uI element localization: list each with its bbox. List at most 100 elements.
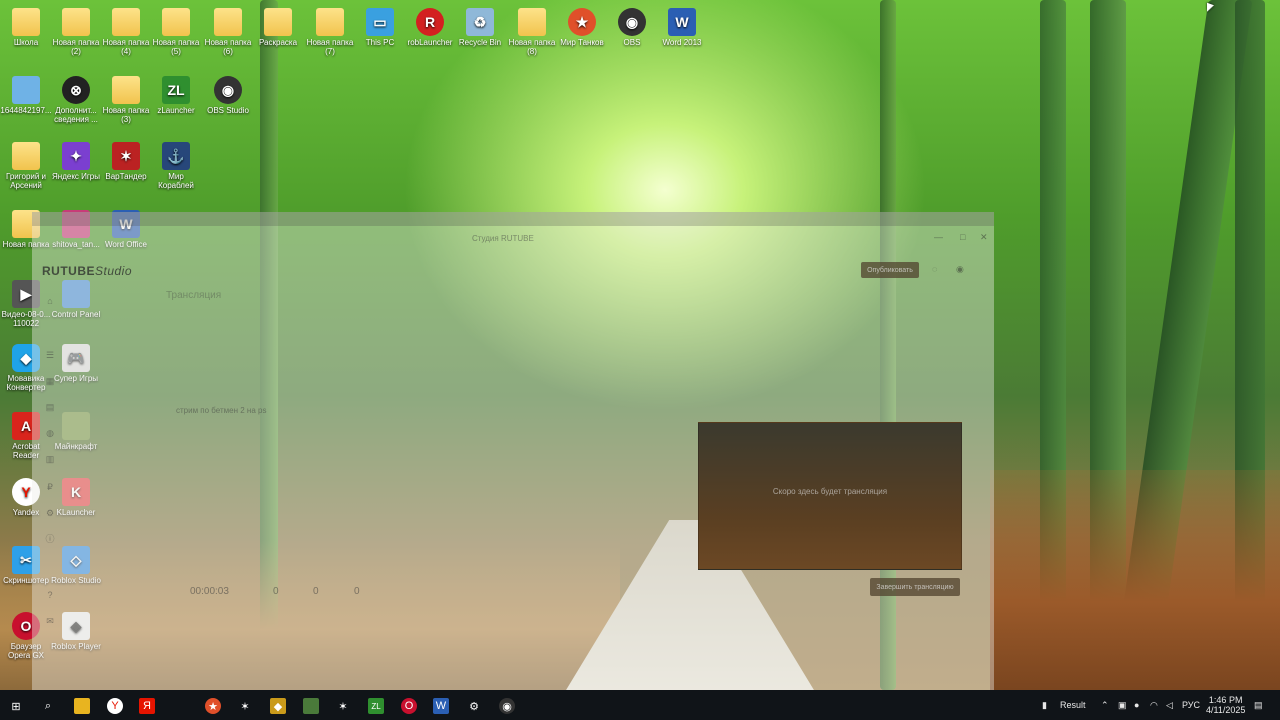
obs-icon: ◉	[214, 76, 242, 104]
calendar-icon[interactable]: ▦	[44, 376, 56, 387]
desktop-icon-word-2013[interactable]: W Word 2013	[656, 8, 708, 47]
obs-icon: ◉	[618, 8, 646, 36]
word-icon: W	[668, 8, 696, 36]
window-title: Студия RUTUBE	[472, 234, 534, 243]
viewers-count: 0	[273, 586, 279, 597]
browser-tab-bar[interactable]	[32, 212, 994, 226]
rutube-studio-logo[interactable]: RUTUBEStudio	[42, 264, 132, 278]
word-taskbar-icon[interactable]: W	[433, 698, 449, 714]
mail-icon[interactable]: ✉	[44, 616, 56, 627]
folder-icon	[214, 8, 242, 36]
opera-gx-taskbar-icon[interactable]: O	[401, 698, 417, 714]
settings-icon: ⊗	[62, 76, 90, 104]
desktop-icon-folder-3[interactable]: Новая папка (3)	[100, 76, 152, 124]
desktop-icon-coloring[interactable]: Раскраска	[252, 8, 304, 47]
desktop-icon-roblauncher[interactable]: RrobLauncher	[404, 8, 456, 47]
desktop-icon-zlauncher[interactable]: ZL zLauncher	[150, 76, 202, 115]
maximize-icon[interactable]: □	[960, 232, 965, 242]
help-icon[interactable]: ?	[44, 590, 56, 600]
chevron-up-icon[interactable]: ⌃	[1101, 700, 1109, 711]
preview-placeholder-text: Скоро здесь будет трансляция	[772, 487, 888, 496]
file-explorer-icon[interactable]	[74, 698, 90, 714]
stream-preview: Скоро здесь будет трансляция	[698, 422, 962, 570]
tray-app-label[interactable]: Result	[1060, 700, 1086, 710]
war-thunder-taskbar-icon[interactable]: ✶	[237, 698, 253, 714]
folder-icon	[112, 76, 140, 104]
microphone-icon[interactable]: ●	[1134, 700, 1139, 710]
settings-taskbar-icon[interactable]: ⚙	[466, 698, 482, 714]
obs-taskbar-icon[interactable]: ◉	[499, 698, 515, 714]
zl-icon: ZL	[162, 76, 190, 104]
bell-icon[interactable]: ◌	[932, 264, 937, 274]
desktop-icon-obs[interactable]: ◉ OBS	[606, 8, 658, 47]
settings-icon[interactable]: ⚙	[44, 508, 56, 519]
desktop-icon-image-file[interactable]: 1644842197...	[0, 76, 52, 115]
desktop-icon-extra-info[interactable]: ⊗ Дополнит... сведения ...	[50, 76, 102, 124]
clock[interactable]: 1:46 PM 4/11/2025	[1206, 695, 1245, 715]
desktop-icon-folder-2[interactable]: Новая папка (2)	[50, 8, 102, 56]
end-stream-button[interactable]: Завершить трансляцию	[870, 578, 960, 596]
desktop-icon-tanks[interactable]: ★ Мир Танков	[556, 8, 608, 47]
stream-title: стрим по бетмен 2 на ps	[176, 406, 267, 415]
stream-timer: 00:00:03	[190, 586, 229, 597]
image-icon	[12, 76, 40, 104]
zlauncher-taskbar-icon[interactable]: ZL	[368, 698, 384, 714]
taskbar	[0, 690, 1280, 720]
grass-right	[990, 470, 1280, 690]
desktop-icon-obs-studio[interactable]: ◉ OBS Studio	[202, 76, 254, 115]
tank-icon: ★	[568, 8, 596, 36]
comments-icon[interactable]: ◍	[44, 428, 56, 439]
desktop-icon-ships[interactable]: ⚓ Мир Кораблей	[150, 142, 202, 190]
yandex-browser-icon[interactable]: Y	[107, 698, 123, 714]
desktop-icon-yandex-games[interactable]: ✦ Яндекс Игры	[50, 142, 102, 181]
page-heading: Трансляция	[166, 290, 222, 301]
close-icon[interactable]: ✕	[980, 232, 988, 243]
avatar[interactable]: ◉	[956, 264, 964, 275]
folder-icon	[518, 8, 546, 36]
stats-icon[interactable]: ▥	[44, 454, 56, 465]
app-taskbar-icon[interactable]: ◆	[270, 698, 286, 714]
folder-icon	[112, 8, 140, 36]
messages-count: 0	[354, 586, 360, 597]
list-icon[interactable]: ☰	[44, 350, 56, 361]
folder-icon	[12, 8, 40, 36]
minimize-icon[interactable]: —	[934, 232, 943, 242]
ships-icon: ⚓	[162, 142, 190, 170]
clock-date: 4/11/2025	[1206, 705, 1246, 715]
speaker-icon[interactable]: ◁	[1166, 700, 1173, 711]
home-icon[interactable]: ⌂	[44, 296, 56, 306]
desktop-icon-recycle-bin[interactable]: ♻ Recycle Bin	[454, 8, 506, 47]
yandex-icon[interactable]: Я	[139, 698, 155, 714]
minecraft-taskbar-icon[interactable]	[303, 698, 319, 714]
video-list-icon[interactable]: ▤	[44, 402, 56, 413]
desktop-icon-folder-7[interactable]: Новая папка (7)	[304, 8, 356, 56]
money-icon[interactable]: ₽	[44, 482, 56, 493]
info-icon[interactable]: ⓘ	[44, 532, 56, 545]
notifications-icon[interactable]: ▤	[1254, 700, 1263, 711]
war-thunder-2-taskbar-icon[interactable]: ✶	[335, 698, 351, 714]
tanks-taskbar-icon[interactable]: ★	[205, 698, 221, 714]
desktop-icon-folder-6[interactable]: Новая папка (6)	[202, 8, 254, 56]
desktop-icon-school[interactable]: Школа	[0, 8, 52, 47]
start-button-icon[interactable]: ⊞	[8, 698, 24, 714]
computer-icon: ▭	[366, 8, 394, 36]
rutube-studio-window[interactable]: Студия RUTUBE — □ ✕ RUTUBEStudio Трансля…	[32, 212, 994, 692]
folder-icon	[62, 8, 90, 36]
desktop-icon-grigoriy[interactable]: Григорий и Арсений	[0, 142, 52, 190]
publish-button[interactable]: Опубликовать	[861, 262, 919, 278]
launcher-icon: R	[416, 8, 444, 36]
desktop-icon-folder-8[interactable]: Новая папка (8)	[506, 8, 558, 56]
desktop-icon-folder-5[interactable]: Новая папка (5)	[150, 8, 202, 56]
desktop-icon-this-pc[interactable]: ▭ This PC	[354, 8, 406, 47]
recycle-bin-icon: ♻	[466, 8, 494, 36]
desktop-icon-war-thunder[interactable]: ✶ ВарТандер	[100, 142, 152, 181]
language-indicator[interactable]: РУС	[1182, 700, 1200, 710]
search-icon[interactable]: ⌕	[40, 698, 56, 714]
folder-icon	[316, 8, 344, 36]
folder-icon	[264, 8, 292, 36]
likes-count: 0	[313, 586, 319, 597]
desktop-icon-folder-4[interactable]: Новая папка (4)	[100, 8, 152, 56]
network-icon[interactable]: ◠	[1150, 700, 1158, 711]
tray-app-icon[interactable]: ▮	[1042, 700, 1047, 711]
tray-media-icon[interactable]: ▣	[1118, 700, 1127, 711]
